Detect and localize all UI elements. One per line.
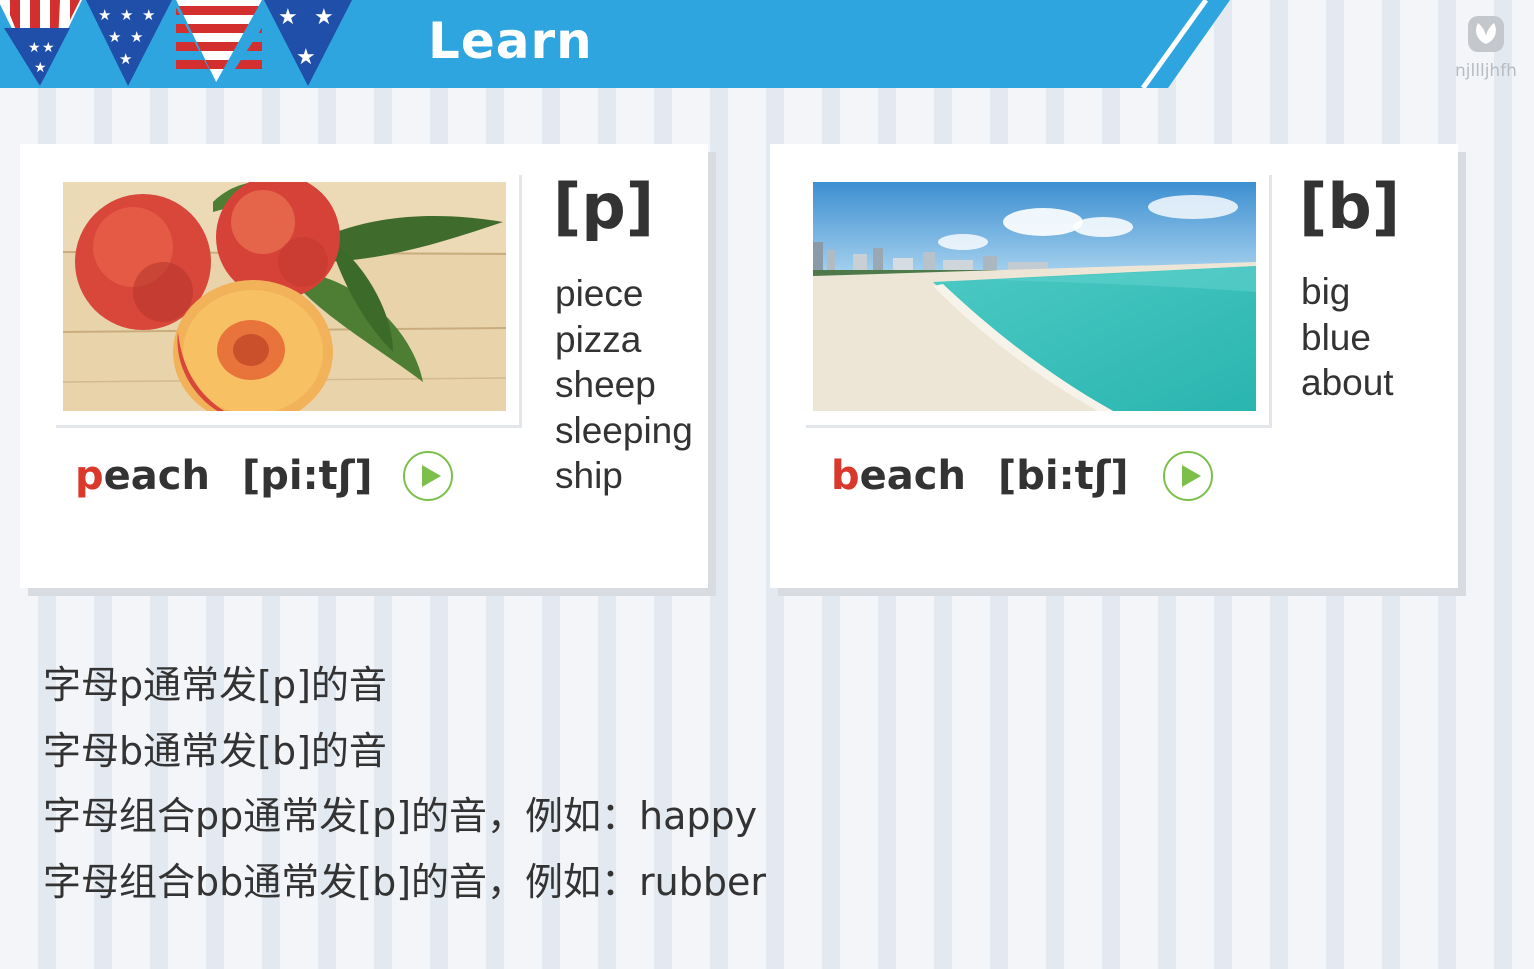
- header-banner: ★ ★ ★ ★ ★ ★ ★ ★ ★ ★ ★ ★ Learn: [0, 0, 1534, 88]
- rule-item: 字母组合pp通常发[p]的音，例如：happy: [43, 794, 758, 838]
- watermark: njllljhfh: [1452, 14, 1520, 81]
- phoneme-label: [p]: [553, 170, 655, 243]
- rule-item: 字母b通常发[b]的音: [43, 728, 387, 773]
- keyword-initial: b: [831, 453, 860, 499]
- peaches-photo: [63, 182, 506, 411]
- banner-graphic: ★ ★ ★ ★ ★ ★ ★ ★ ★ ★ ★ ★: [0, 0, 1230, 88]
- example-word: sheep: [555, 364, 656, 405]
- keyword-initial: p: [75, 453, 104, 499]
- keyword: beach: [831, 453, 966, 499]
- example-word: piece: [555, 273, 644, 314]
- phonetic-transcription: [pi:tʃ]: [241, 453, 373, 499]
- svg-text:★: ★: [142, 6, 155, 24]
- keyword-rest: each: [859, 453, 966, 499]
- beach-photo: [813, 182, 1256, 411]
- svg-text:★: ★: [278, 5, 298, 30]
- keyword-rest: each: [103, 453, 210, 499]
- example-word: big: [1301, 271, 1351, 312]
- svg-text:★: ★: [119, 50, 132, 68]
- keyword-row: beach [bi:tʃ]: [831, 444, 1213, 508]
- phoneme-card-p: [p] piece pizza sheep sleeping ship peac…: [20, 144, 708, 588]
- photo-frame: [53, 172, 519, 425]
- page-title: Learn: [428, 12, 593, 70]
- svg-text:★: ★: [120, 6, 133, 24]
- example-word: sleeping: [555, 409, 693, 451]
- example-word: blue: [1301, 316, 1371, 358]
- photo-frame: [803, 172, 1269, 425]
- phonetic-transcription: [bi:tʃ]: [997, 453, 1129, 499]
- svg-text:★: ★: [34, 60, 47, 76]
- svg-text:★: ★: [108, 28, 121, 46]
- leaf-logo-icon: [1468, 16, 1504, 52]
- phoneme-card-b: [b] big blue about beach [bi:tʃ]: [770, 144, 1458, 588]
- example-word: about: [1301, 362, 1394, 403]
- keyword-row: peach [pi:tʃ]: [75, 444, 453, 508]
- svg-text:★: ★: [42, 40, 55, 56]
- play-icon[interactable]: [402, 451, 453, 501]
- svg-text:★: ★: [130, 28, 143, 46]
- keyword: peach: [75, 453, 210, 499]
- rule-item: 字母p通常发[p]的音: [43, 663, 387, 707]
- example-word: ship: [555, 455, 623, 496]
- rule-item: 字母组合bb通常发[b]的音，例如：rubber: [43, 859, 766, 904]
- phoneme-label: [b]: [1299, 170, 1401, 243]
- example-word: pizza: [555, 318, 642, 360]
- svg-text:★: ★: [314, 5, 334, 30]
- svg-text:★: ★: [28, 40, 41, 56]
- pronunciation-rules: 字母p通常发[p]的音 字母b通常发[b]的音 字母组合pp通常发[p]的音，例…: [43, 653, 766, 915]
- watermark-text: njllljhfh: [1455, 61, 1517, 81]
- svg-text:★: ★: [98, 6, 111, 24]
- svg-text:★: ★: [296, 45, 316, 70]
- play-icon[interactable]: [1162, 451, 1213, 501]
- example-word-list: piece pizza sheep sleeping ship: [555, 271, 693, 499]
- example-word-list: big blue about: [1301, 269, 1394, 406]
